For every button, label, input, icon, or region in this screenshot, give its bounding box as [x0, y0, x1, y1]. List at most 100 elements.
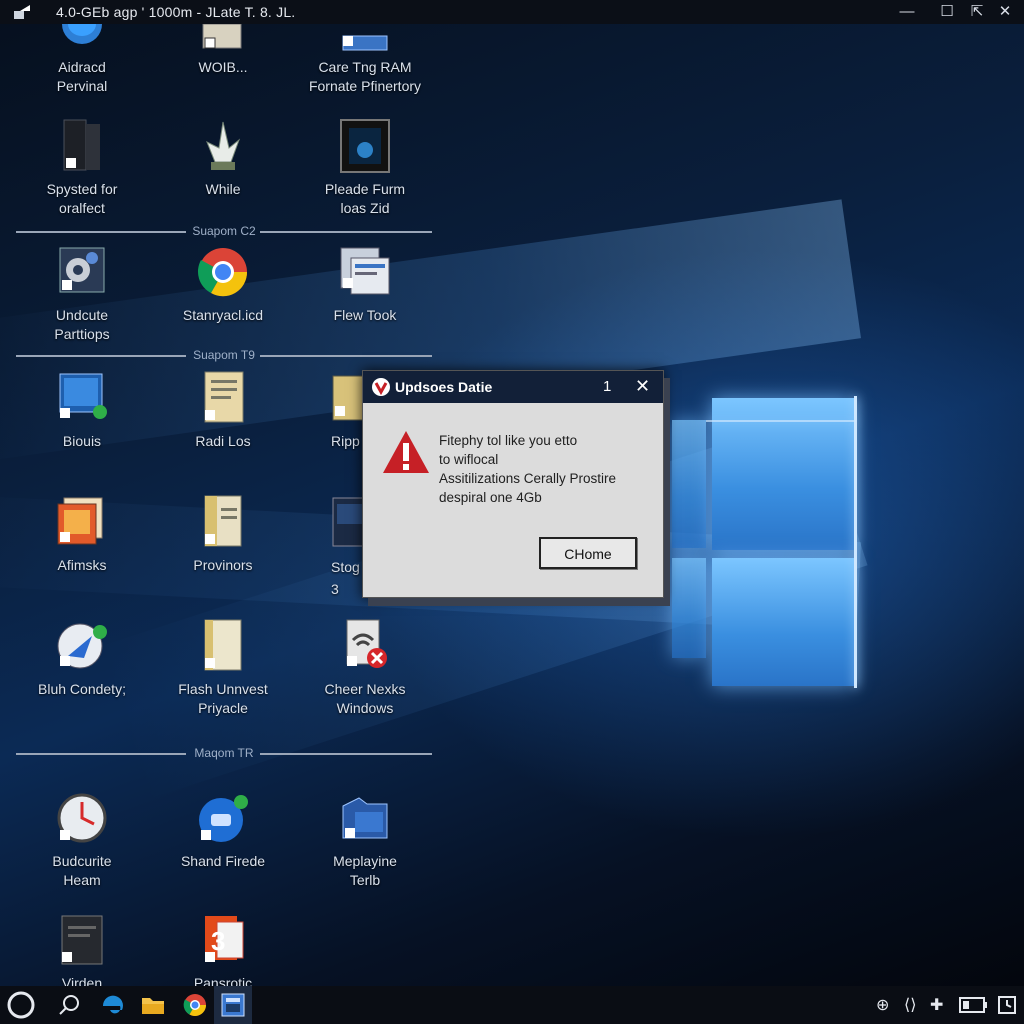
search-icon[interactable] [56, 992, 82, 1018]
separator-label: Suapom T9 [193, 348, 255, 362]
icon-label: Afimsks [57, 557, 107, 573]
dialog-title: Updsoes Datie [395, 379, 493, 395]
desktop-icon-biouis[interactable]: Biouis [12, 370, 152, 451]
desktop-icon-flash[interactable]: Flash Unnvest Priyacle [153, 618, 293, 718]
dialog-message-line: despiral one 4Gb [439, 490, 542, 505]
network-icon[interactable]: ⟨⟩ [904, 995, 916, 1015]
desktop-icon-flew-took[interactable]: Flew Took [295, 244, 435, 325]
computer-icon [54, 370, 110, 426]
window-title: 4.0-GEb agp ' 1000m - JLate T. 8. JL. [56, 4, 296, 20]
vivaldi-icon [372, 378, 390, 396]
dialog-message-line: Fitephy tol like you etto [439, 433, 578, 448]
icon-label: Provinors [193, 557, 253, 573]
icon-label: Pleade Furm loas Zid [324, 181, 406, 216]
wifi-error-icon [337, 618, 393, 674]
icon-label: Aidracd Pervinal [56, 59, 108, 94]
battery-icon[interactable] [956, 994, 990, 1016]
desktop-icon-stanryacl[interactable]: Stanryacl.icd [153, 244, 293, 325]
dialog-message-line: to wiflocal [439, 452, 499, 467]
restore-button[interactable]: ⇱ [966, 2, 988, 22]
icon-label: Spysted for oralfect [46, 181, 118, 216]
settings-icon [54, 244, 110, 300]
desktop-icon-bluh[interactable]: Bluh Condety; [12, 618, 152, 699]
dialog-message: Fitephy tol like you etto to wiflocal As… [439, 431, 649, 507]
app-icon[interactable] [220, 992, 246, 1018]
section-separator: Maqom TR [16, 746, 432, 760]
memory-icon [337, 24, 393, 52]
maximize-button[interactable]: ☐ [936, 2, 958, 22]
monitor-icon [337, 118, 393, 174]
document-icon [337, 244, 393, 300]
icon-label: Bluh Condety; [38, 681, 126, 697]
cortana-icon[interactable] [6, 990, 36, 1020]
desktop-icon-virden[interactable]: Virden [12, 912, 152, 993]
desktop-icon-budcurite[interactable]: Budcurite Heam [12, 790, 152, 890]
desktop-icon-shand[interactable]: Shand Firede [153, 790, 293, 871]
network-icon [54, 618, 110, 674]
icon-label: Shand Firede [180, 853, 266, 869]
desktop-icon-pleade[interactable]: Pleade Furm loas Zid [295, 118, 435, 218]
desktop-icon-meplayine[interactable]: Meplayine Terlb [295, 790, 435, 890]
icon-label: WOIB... [198, 59, 248, 75]
desktop-icon-radi-los[interactable]: Radi Los [153, 370, 293, 451]
close-button[interactable]: ✕ [994, 2, 1016, 22]
desktop-icon-provinors[interactable]: Provinors [153, 494, 293, 575]
dialog-close-button[interactable]: ✕ [635, 376, 650, 397]
edge-icon[interactable] [100, 992, 126, 1018]
desktop-icon-wolb[interactable]: WOIB... [153, 23, 293, 77]
dark-doc-icon [54, 912, 110, 968]
minimize-button[interactable]: — [896, 2, 918, 22]
desktop-icon-pansrotic[interactable]: 3 Pansrotic [153, 912, 293, 993]
desktop-icon-undcute[interactable]: Undcute Parttiops [12, 244, 152, 344]
icon-label: Budcurite Heam [52, 853, 112, 888]
section-separator: Suapom T9 [16, 348, 432, 362]
separator-label: Suapom C2 [192, 224, 256, 238]
pin-icon[interactable]: ✚ [930, 995, 943, 1015]
notebook-icon [195, 370, 251, 426]
warning-icon [383, 431, 429, 473]
photos-icon [54, 494, 110, 550]
clock-icon [54, 790, 110, 846]
dialog-counter: 1 [603, 378, 612, 395]
desktop-icon-spysted[interactable]: Spysted for oralfect [12, 118, 152, 218]
globe-icon [54, 24, 110, 52]
file-icon [195, 494, 251, 550]
separator-label: Maqom TR [194, 746, 254, 760]
target-icon[interactable]: ⊕ [876, 995, 889, 1015]
file-explorer-icon[interactable] [140, 992, 166, 1018]
window-title-bar: 4.0-GEb agp ' 1000m - JLate T. 8. JL. — … [0, 0, 1024, 24]
icon-label: Undcute Parttiops [54, 307, 110, 342]
icon-label: Stanryacl.icd [182, 307, 264, 323]
icon-label: Cheer Nexks Windows [324, 681, 406, 716]
plant-icon [195, 118, 251, 174]
desktop-icon-aidracd[interactable]: Aidracd Pervinal [12, 24, 152, 96]
icon-label: Meplayine Terlb [333, 853, 397, 888]
chat-icon [195, 790, 251, 846]
icon-label: Biouis [62, 433, 102, 449]
folder-blue-icon [337, 790, 393, 846]
desktop-icon-afimsks[interactable]: Afimsks [12, 494, 152, 575]
folder-icon [195, 23, 251, 52]
icon-label: While [205, 181, 241, 197]
icon-label: Flew Took [333, 307, 397, 323]
svg-text:3: 3 [211, 926, 225, 956]
desktop-icon-cheer[interactable]: Cheer Nexks Windows [295, 618, 435, 718]
chrome-icon[interactable] [182, 992, 208, 1018]
dialog-title-bar[interactable]: Updsoes Datie 1 ✕ [363, 371, 663, 403]
dialog-chome-button[interactable]: CHome [539, 537, 637, 569]
taskbar: ⊕ ⟨⟩ ✚ [0, 986, 1024, 1024]
icon-label: Radi Los [195, 433, 251, 449]
chrome-icon [195, 244, 251, 300]
app-icon [14, 5, 30, 19]
update-dialog: Updsoes Datie 1 ✕ Fitephy tol like you e… [362, 370, 664, 598]
section-separator: Suapom C2 [16, 224, 432, 238]
dialog-message-line: Assitilizations Cerally Prostire [439, 471, 617, 486]
tower-icon [54, 118, 110, 174]
office-icon: 3 [195, 912, 251, 968]
blank-file-icon [195, 618, 251, 674]
desktop-icon-while[interactable]: While [153, 118, 293, 199]
icon-label: Flash Unnvest Priyacle [178, 681, 268, 716]
icon-label: Care Tng RAM Fornate Pfinertory [308, 59, 422, 94]
desktop-icon-care-ram[interactable]: Care Tng RAM Fornate Pfinertory [295, 24, 435, 96]
clock-icon[interactable] [996, 994, 1018, 1016]
